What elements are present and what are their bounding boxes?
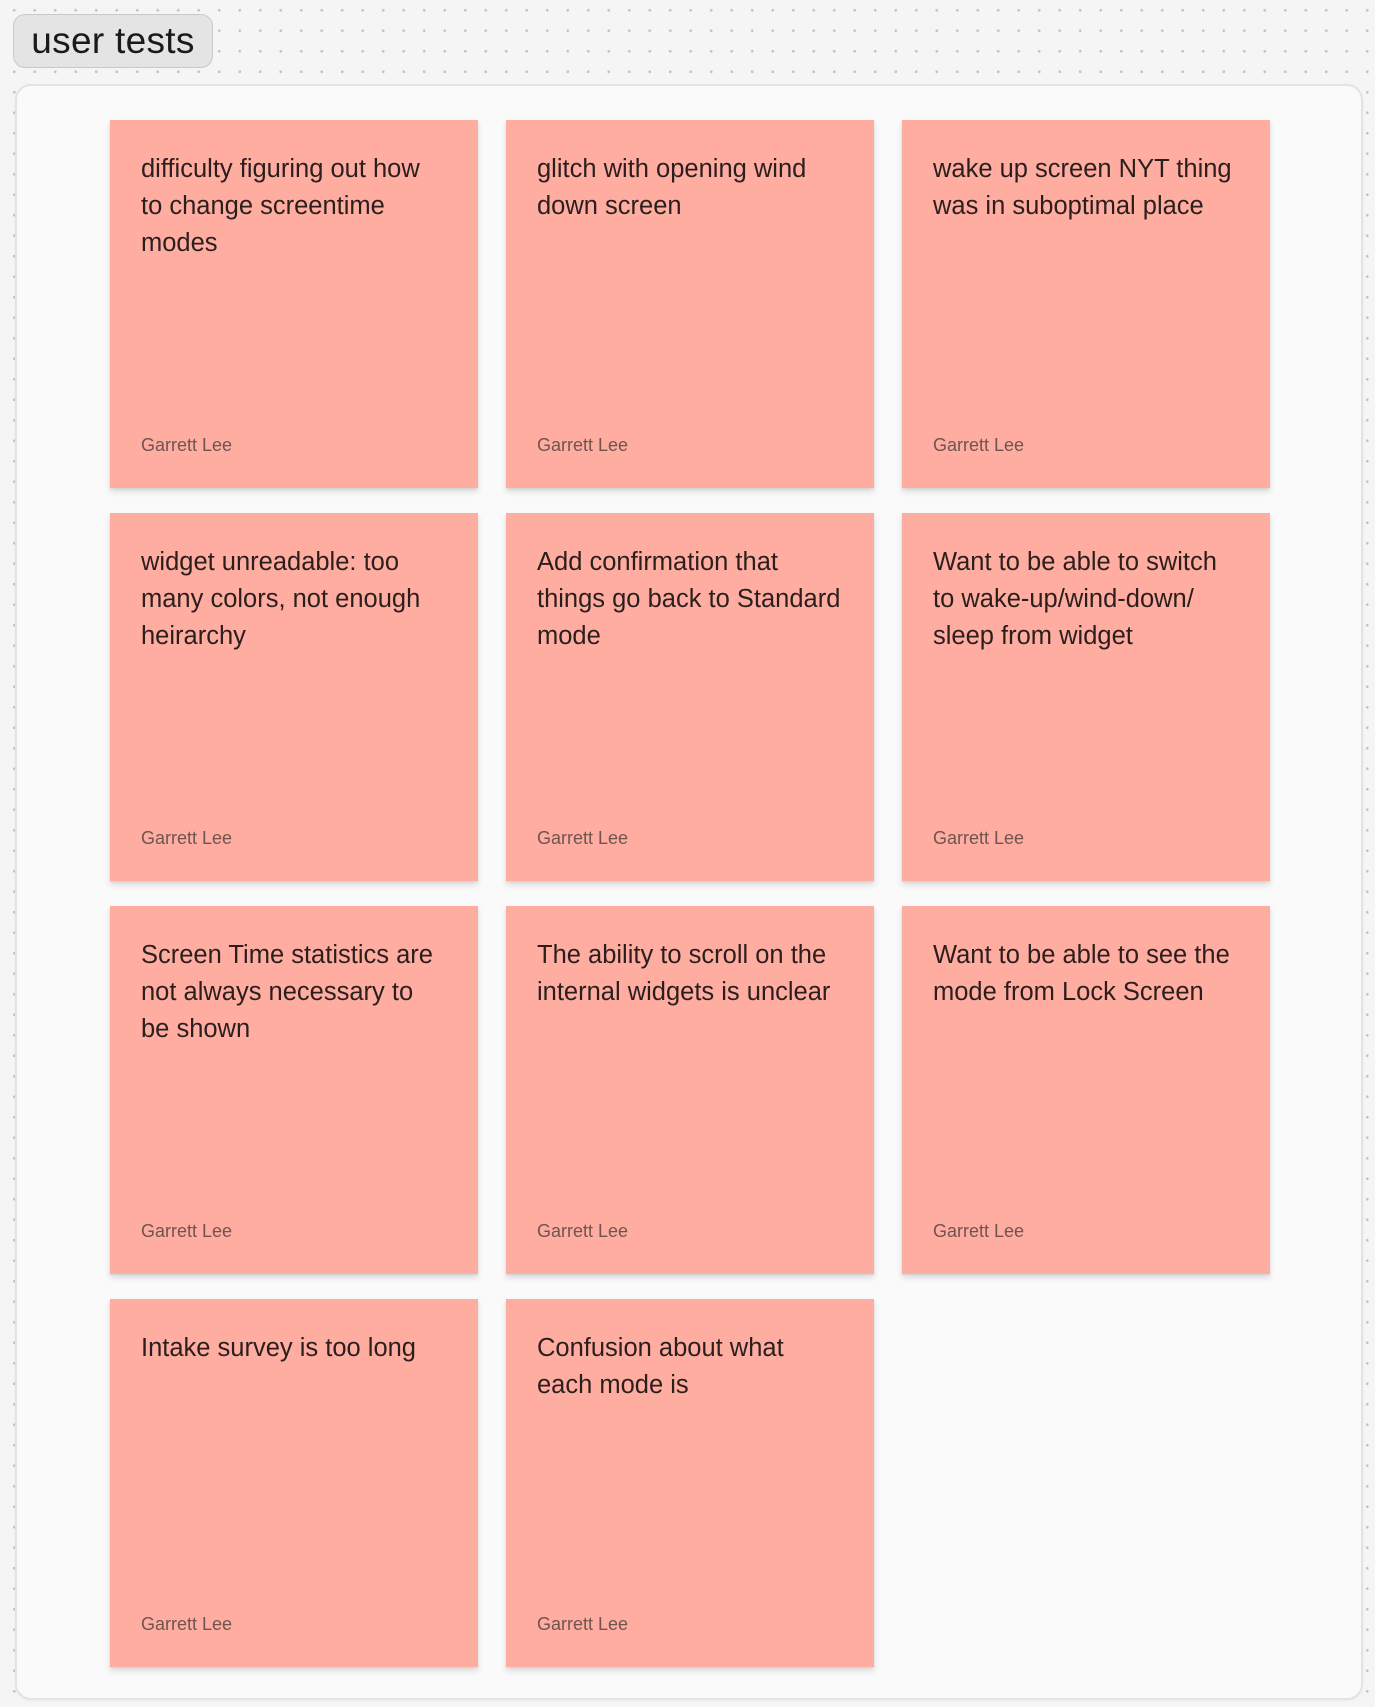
sticky-note[interactable]: difficulty figuring out how to change sc… — [110, 120, 478, 488]
sticky-note-text: The ability to scroll on the internal wi… — [537, 941, 831, 1006]
sticky-note-text: wake up screen NYT thing was in suboptim… — [933, 155, 1232, 220]
sticky-note[interactable]: Add confirmation that things go back to … — [506, 513, 874, 881]
sticky-note-author: Garrett Lee — [537, 828, 629, 848]
sticky-note-text: Intake survey is too long — [141, 1334, 416, 1362]
sticky-note[interactable]: The ability to scroll on the internal wi… — [506, 906, 874, 1274]
sticky-note-text: Want to be able to see the mode from Loc… — [933, 941, 1230, 1006]
sticky-note-author: Garrett Lee — [141, 435, 233, 455]
sticky-note-text: Screen Time statistics are not always ne… — [141, 941, 433, 1043]
sticky-note-text: widget unreadable: too many colors, not … — [141, 548, 421, 650]
sticky-note[interactable]: Confusion about what each mode is Garret… — [506, 1299, 874, 1667]
sticky-note-author: Garrett Lee — [537, 1221, 629, 1241]
sticky-note-text: Add confirmation that things go back to … — [537, 548, 841, 650]
sticky-note-text: difficulty figuring out how to change sc… — [141, 155, 420, 257]
sticky-note-author: Garrett Lee — [141, 828, 233, 848]
sticky-note-author: Garrett Lee — [933, 828, 1025, 848]
sticky-note-author: Garrett Lee — [141, 1614, 233, 1634]
sticky-note-author: Garrett Lee — [933, 435, 1025, 455]
sticky-note-author: Garrett Lee — [933, 1221, 1025, 1241]
sticky-note[interactable]: Intake survey is too long Garrett Lee — [110, 1299, 478, 1667]
sticky-note[interactable]: glitch with opening wind down screen Gar… — [506, 120, 874, 488]
sticky-note[interactable]: Screen Time statistics are not always ne… — [110, 906, 478, 1274]
sticky-note[interactable]: Want to be able to switch to wake-up/win… — [902, 513, 1270, 881]
sticky-note-author: Garrett Lee — [537, 435, 629, 455]
sticky-note-text: Confusion about what each mode is — [537, 1334, 784, 1399]
sticky-note[interactable]: wake up screen NYT thing was in suboptim… — [902, 120, 1270, 488]
sticky-note-text: Want to be able to switch to wake-up/win… — [933, 548, 1217, 650]
sticky-note-author: Garrett Lee — [537, 1614, 629, 1634]
sticky-note-grid: difficulty figuring out how to change sc… — [110, 120, 1270, 1667]
sticky-note-text: glitch with opening wind down screen — [537, 155, 807, 220]
user-tests-section: difficulty figuring out how to change sc… — [15, 84, 1363, 1700]
sticky-note[interactable]: widget unreadable: too many colors, not … — [110, 513, 478, 881]
sticky-note-author: Garrett Lee — [141, 1221, 233, 1241]
sticky-note[interactable]: Want to be able to see the mode from Loc… — [902, 906, 1270, 1274]
section-title-label[interactable]: user tests — [13, 14, 213, 68]
